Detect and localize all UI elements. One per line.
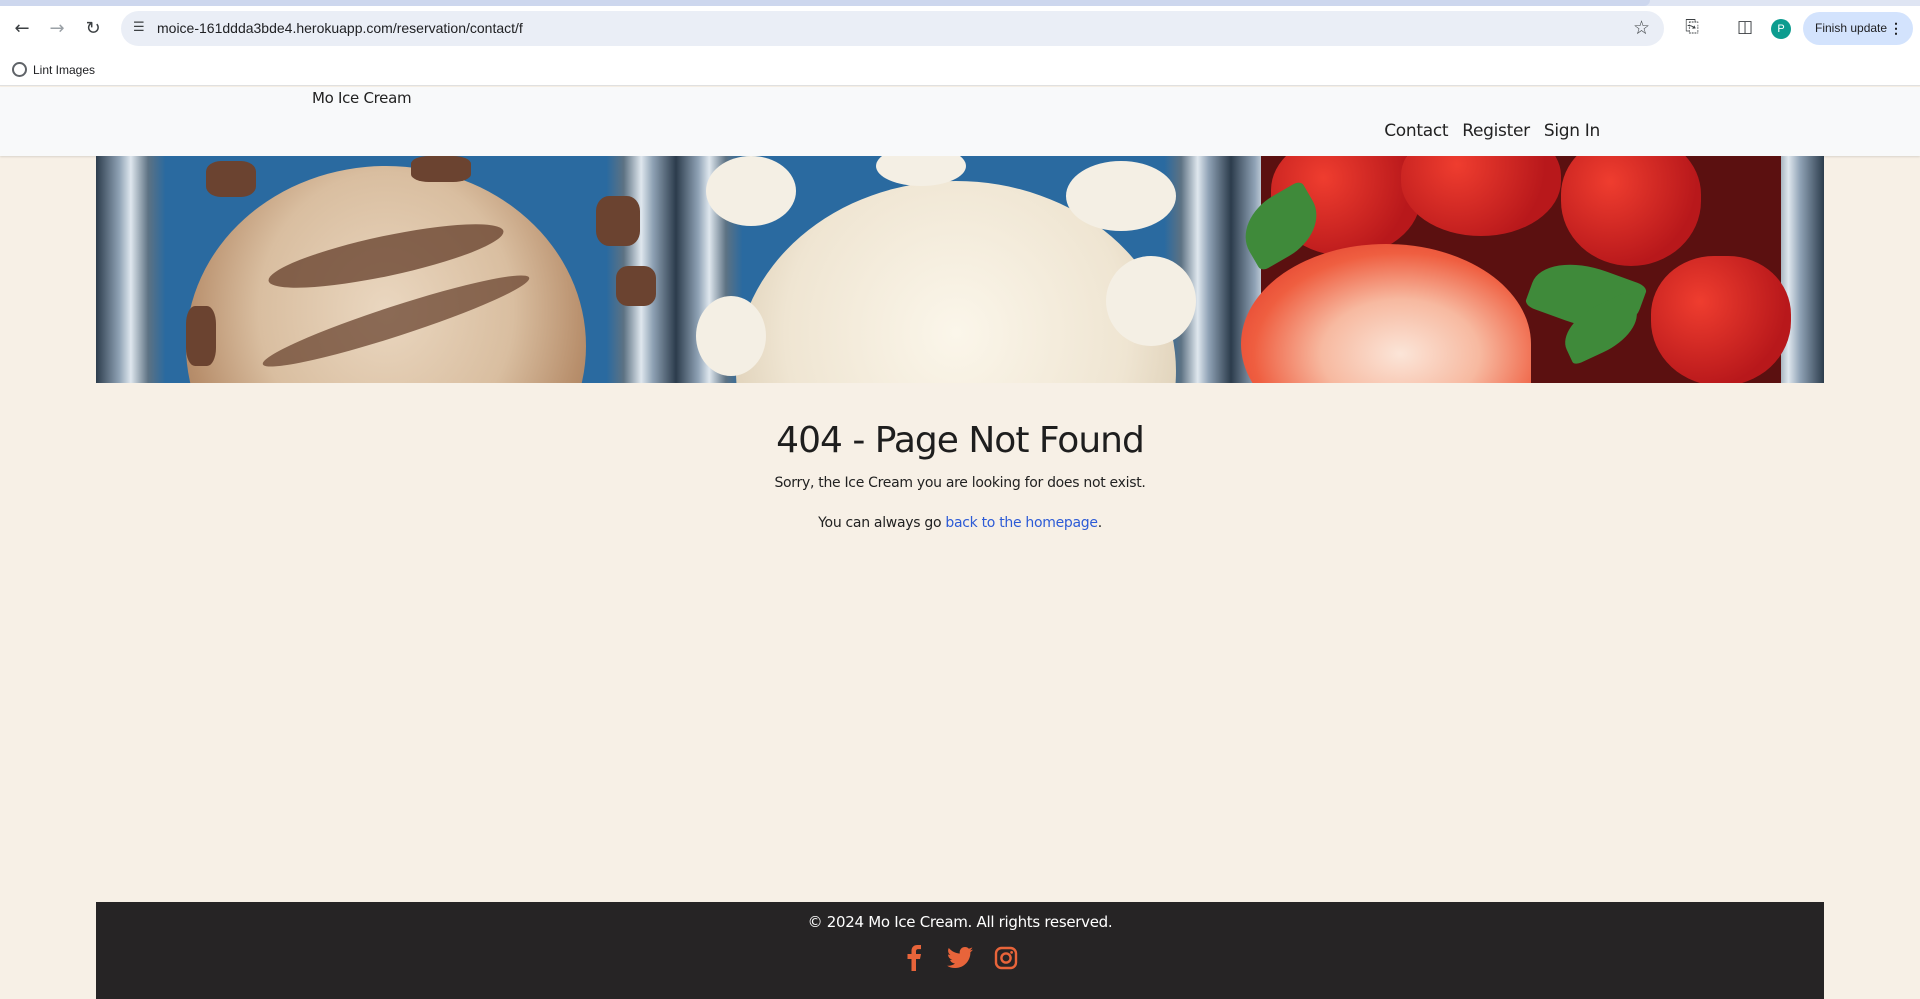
hero-banner-image xyxy=(96,156,1824,383)
finish-update-label: Finish update xyxy=(1815,21,1888,35)
nav-register-link[interactable]: Register xyxy=(1462,121,1530,141)
site-info-icon[interactable]: ☰ xyxy=(133,20,149,36)
bookmarks-bar: Lint Images xyxy=(0,56,1920,86)
error-title: 404 - Page Not Found xyxy=(776,420,1145,461)
nav-contact-link[interactable]: Contact xyxy=(1384,121,1448,141)
error-content: 404 - Page Not Found Sorry, the Ice Crea… xyxy=(0,420,1920,531)
facebook-icon[interactable] xyxy=(901,945,927,971)
error-link-line: You can always go back to the homepage. xyxy=(0,515,1920,531)
nav-links: Contact Register Sign In xyxy=(1384,121,1600,141)
bookmark-star-icon[interactable]: ☆ xyxy=(1633,17,1650,39)
bookmark-lint-images[interactable]: Lint Images xyxy=(12,62,95,77)
active-tab[interactable] xyxy=(0,0,1650,6)
nav-sign-in-link[interactable]: Sign In xyxy=(1544,121,1600,141)
hero-panel-vanilla xyxy=(676,156,1231,383)
error-message: Sorry, the Ice Cream you are looking for… xyxy=(774,475,1146,491)
profile-avatar[interactable]: P xyxy=(1771,19,1791,39)
hero-panel-strawberry xyxy=(1231,156,1824,383)
globe-icon xyxy=(12,62,27,77)
instagram-icon[interactable] xyxy=(993,945,1019,971)
reload-icon[interactable]: ↻ xyxy=(79,14,107,42)
browser-toolbar: ← → ↻ ☰ moice-161ddda3bde4.herokuapp.com… xyxy=(0,0,1920,56)
side-panel-icon[interactable]: ◫ xyxy=(1734,16,1756,38)
finish-update-button[interactable]: Finish update ⋮ xyxy=(1803,12,1913,45)
forward-icon[interactable]: → xyxy=(43,14,71,42)
footer-copyright: © 2024 Mo Ice Cream. All rights reserved… xyxy=(807,913,1113,931)
error-link-prefix: You can always go xyxy=(818,515,946,531)
menu-kebab-icon[interactable]: ⋮ xyxy=(1889,12,1903,45)
site-brand[interactable]: Mo Ice Cream xyxy=(312,89,412,107)
twitter-icon[interactable] xyxy=(947,945,973,971)
bookmark-label: Lint Images xyxy=(33,62,96,77)
address-bar[interactable]: ☰ moice-161ddda3bde4.herokuapp.com/reser… xyxy=(121,11,1664,46)
error-link-suffix: . xyxy=(1097,515,1102,531)
social-links xyxy=(96,945,1824,971)
homepage-link[interactable]: back to the homepage xyxy=(945,515,1098,531)
hero-panel-cookies xyxy=(96,156,676,383)
url-text[interactable]: moice-161ddda3bde4.herokuapp.com/reserva… xyxy=(157,20,523,36)
extensions-icon[interactable]: ⎘ xyxy=(1681,16,1703,38)
site-footer: © 2024 Mo Ice Cream. All rights reserved… xyxy=(96,902,1824,999)
site-navbar: Mo Ice Cream Contact Register Sign In xyxy=(0,87,1920,156)
back-icon[interactable]: ← xyxy=(8,14,36,42)
